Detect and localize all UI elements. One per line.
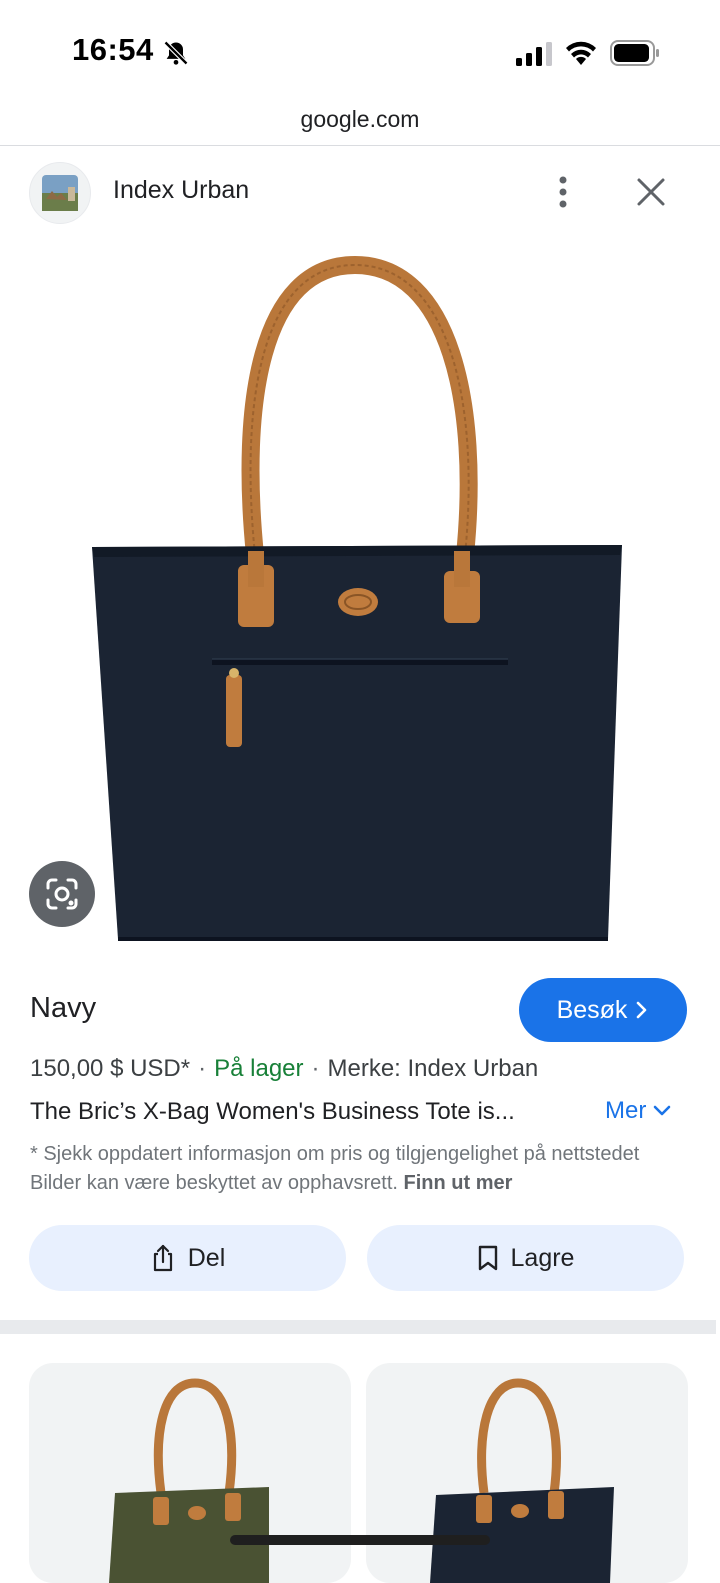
save-button[interactable]: Lagre — [367, 1225, 684, 1291]
status-time: 16:54 — [72, 32, 154, 67]
home-indicator[interactable] — [230, 1535, 490, 1545]
separator-dot: · — [198, 1055, 207, 1082]
more-button[interactable]: Mer — [605, 1097, 672, 1125]
share-label: Del — [187, 1243, 226, 1272]
more-label: Mer — [605, 1097, 647, 1124]
meta-row: 150,00 $ USD* · På lager · Merke: Index Urba… — [30, 1055, 538, 1083]
battery-icon — [610, 40, 659, 66]
related-product-image — [430, 1378, 614, 1583]
signal-icon — [516, 42, 552, 66]
site-name[interactable]: Index Urban — [113, 176, 249, 205]
lens-icon — [46, 878, 78, 910]
site-avatar[interactable] — [29, 162, 91, 224]
stock-status: På lager — [214, 1055, 304, 1082]
share-icon — [153, 1244, 172, 1272]
disclaimer-note: * Sjekk oppdatert informasjon om pris og… — [30, 1140, 690, 1198]
product-title: Navy — [30, 992, 97, 1024]
lens-button[interactable] — [29, 861, 95, 927]
price: 150,00 $ USD* — [30, 1055, 191, 1082]
divider — [0, 145, 720, 146]
separator-dot: · — [311, 1055, 320, 1082]
disclaimer-text: * Sjekk oppdatert informasjon om pris og… — [30, 1143, 640, 1194]
brand: Merke: Index Urban — [327, 1055, 539, 1082]
more-vert-icon[interactable] — [550, 174, 576, 210]
related-result-card[interactable] — [29, 1363, 351, 1583]
related-result-card[interactable] — [366, 1363, 688, 1583]
url-bar[interactable]: google.com — [0, 106, 720, 133]
chevron-right-icon — [637, 1001, 647, 1019]
visit-button[interactable]: Besøk — [519, 978, 687, 1042]
share-button[interactable]: Del — [29, 1225, 346, 1291]
bell-slash-icon — [163, 40, 189, 66]
related-product-image — [109, 1378, 269, 1583]
product-description: The Bric’s X-Bag Women's Business Tote i… — [30, 1098, 515, 1125]
learn-more-link[interactable]: Finn ut mer — [404, 1172, 513, 1194]
close-icon[interactable] — [634, 175, 668, 209]
bookmark-icon — [478, 1245, 497, 1271]
wifi-icon — [566, 41, 596, 65]
save-label: Lagre — [510, 1243, 575, 1272]
section-divider — [0, 1320, 716, 1334]
site-thumbnail-icon — [42, 175, 78, 211]
visit-label: Besøk — [556, 995, 628, 1024]
product-image[interactable] — [80, 255, 640, 955]
chevron-down-icon — [654, 1105, 671, 1116]
